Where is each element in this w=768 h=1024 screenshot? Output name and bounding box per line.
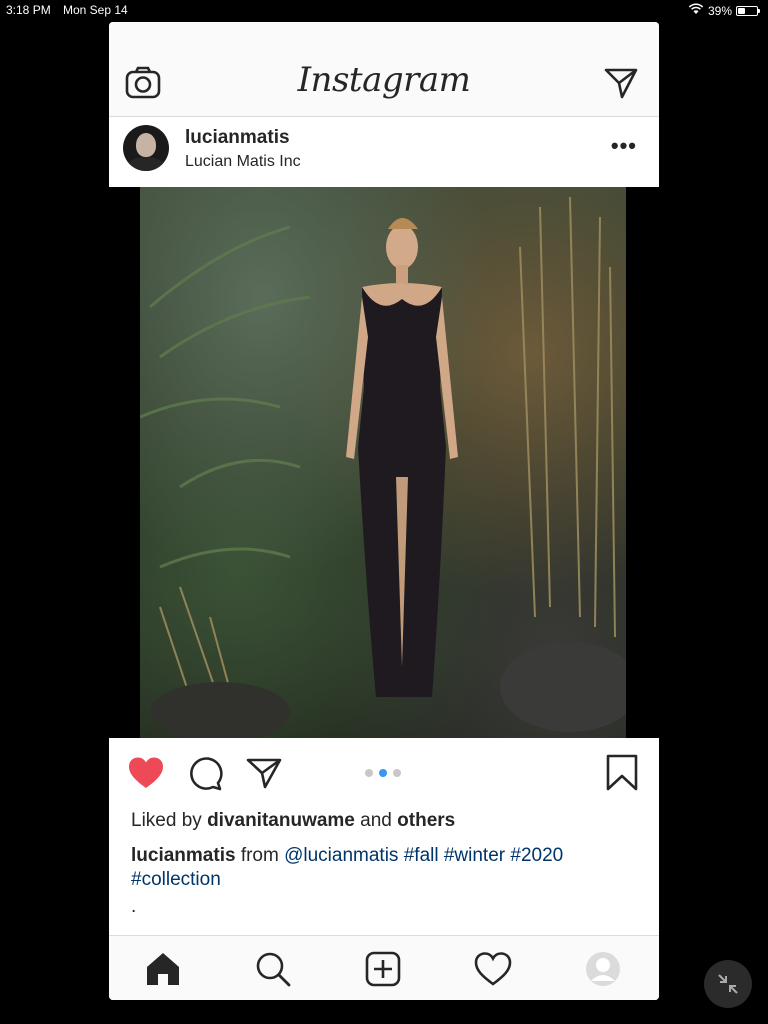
search-icon[interactable] <box>254 950 292 988</box>
top-bar: Instagram <box>109 22 659 117</box>
more-options-button[interactable]: ••• <box>611 133 637 159</box>
avatar[interactable] <box>123 125 169 171</box>
direct-send-icon[interactable] <box>603 66 639 100</box>
caption-text: from <box>240 845 279 866</box>
post-media-area <box>109 187 659 738</box>
battery-icon <box>736 5 760 16</box>
activity-heart-icon[interactable] <box>474 950 512 988</box>
caption-hashtag[interactable]: #2020 <box>510 845 563 866</box>
battery-percent: 39% <box>707 3 732 18</box>
status-date: Mon Sep 14 <box>63 3 128 17</box>
caption-hashtag[interactable]: #fall <box>404 845 439 866</box>
add-post-icon[interactable] <box>364 950 402 988</box>
carousel-dot <box>393 769 401 777</box>
status-bar: 3:18 PM Mon Sep 14 39% <box>0 0 768 20</box>
carousel-dot <box>379 769 387 777</box>
liked-by-others[interactable]: others <box>397 810 455 831</box>
status-right: 39% <box>688 3 760 18</box>
liked-by-user[interactable]: divanitanuwame <box>207 810 355 831</box>
likes-line: Liked by divanitanuwame and others <box>131 810 455 832</box>
minimize-arrows-icon <box>718 974 738 994</box>
wifi-icon <box>688 3 704 18</box>
status-time: 3:18 PM <box>6 3 51 17</box>
carousel-indicator <box>365 769 401 777</box>
share-icon[interactable] <box>245 756 283 790</box>
minimize-button[interactable] <box>704 960 752 1008</box>
post-header: lucianmatis Lucian Matis Inc ••• <box>109 117 659 187</box>
home-icon[interactable] <box>144 950 182 988</box>
profile-icon[interactable] <box>584 950 622 988</box>
caption-hashtag[interactable]: #collection <box>131 869 221 890</box>
post-caption: lucianmatis from @lucianmatis #fall #win… <box>131 844 631 892</box>
caption-username[interactable]: lucianmatis <box>131 845 236 866</box>
model-figure <box>346 218 458 697</box>
post-username[interactable]: lucianmatis <box>185 127 290 149</box>
like-heart-icon[interactable] <box>127 756 165 790</box>
post-subtitle[interactable]: Lucian Matis Inc <box>185 153 301 171</box>
likes-prefix: Liked by <box>131 810 202 831</box>
instagram-post-card: Instagram lucianmatis Lucian Matis Inc •… <box>109 22 659 1000</box>
post-actions <box>109 738 659 810</box>
caption-more[interactable]: . <box>131 896 136 918</box>
likes-connector: and <box>360 810 392 831</box>
caption-mention[interactable]: @lucianmatis <box>284 845 398 866</box>
bottom-navigation <box>109 935 659 1000</box>
comment-icon[interactable] <box>187 756 223 792</box>
bookmark-icon[interactable] <box>605 754 639 792</box>
instagram-logo: Instagram <box>297 60 471 100</box>
carousel-dot <box>365 769 373 777</box>
caption-hashtag[interactable]: #winter <box>444 845 505 866</box>
post-photo[interactable] <box>140 187 626 738</box>
